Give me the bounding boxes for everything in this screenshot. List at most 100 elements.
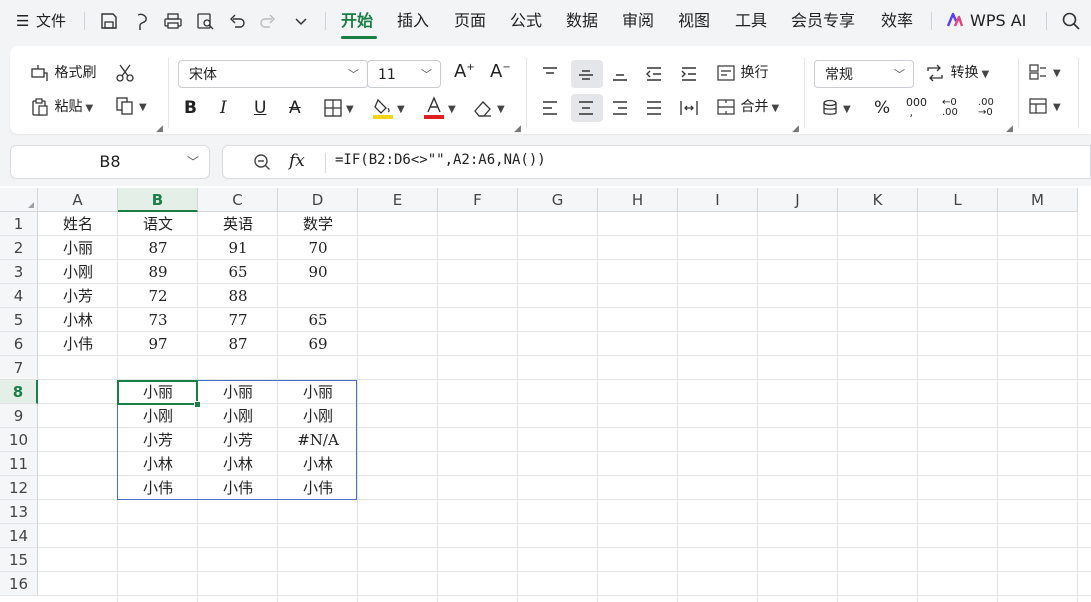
justify-button[interactable] [644,98,664,118]
underline-button[interactable]: U [254,98,266,118]
row-header-8[interactable]: 8 [0,380,38,404]
cell-b12[interactable]: 小伟 [118,476,198,500]
tab-page[interactable]: 页面 [454,0,486,42]
row-header-3[interactable]: 3 [0,260,38,284]
row-header-9[interactable]: 9 [0,404,38,428]
row-header-7[interactable]: 7 [0,356,38,380]
cell-b6[interactable]: 97 [118,332,198,356]
copy-button[interactable]: ▼ [114,96,147,116]
row-header-13[interactable]: 13 [0,500,38,524]
cell-c10[interactable]: 小芳 [198,428,278,452]
cell-d4[interactable] [278,284,358,308]
conditional-format-button[interactable]: ▼ [1028,62,1061,82]
dialog-launcher-icon[interactable]: ◢ [156,124,163,134]
print-preview-icon[interactable] [195,11,215,31]
italic-button[interactable]: I [220,98,227,118]
cell-a4[interactable]: 小芳 [38,284,118,308]
fx-icon[interactable]: fx [289,151,305,171]
cell-b10[interactable]: 小芳 [118,428,198,452]
cell-b4[interactable]: 72 [118,284,198,308]
cell-d2[interactable]: 70 [278,236,358,260]
save-icon[interactable] [99,11,119,31]
clear-format-button[interactable]: ▼ [472,98,505,118]
cell-b1[interactable]: 语文 [118,212,198,236]
cell-d11[interactable]: 小林 [278,452,358,476]
cell-c2[interactable]: 91 [198,236,278,260]
dialog-launcher-icon[interactable]: ◢ [792,124,799,134]
dialog-launcher-icon[interactable]: ◢ [514,124,521,134]
cell-a3[interactable]: 小刚 [38,260,118,284]
row-header-16[interactable]: 16 [0,572,38,596]
cell-d10[interactable]: #N/A [278,428,358,452]
formula-text[interactable]: =IF(B2:D6<>"",A2:A6,NA()) [335,152,546,168]
print-icon[interactable] [163,11,183,31]
cell-d5[interactable]: 65 [278,308,358,332]
file-menu[interactable]: ☰ 文件 [16,0,66,42]
align-left-button[interactable] [540,98,560,118]
row-header-1[interactable]: 1 [0,212,38,236]
chevron-down-icon[interactable] [291,11,311,31]
cell-d6[interactable]: 69 [278,332,358,356]
cell-b8[interactable]: 小丽 [118,380,198,404]
cell-b5[interactable]: 73 [118,308,198,332]
name-box[interactable]: B8 ﹀ [10,145,210,179]
cell-b2[interactable]: 87 [118,236,198,260]
fill-color-button[interactable]: ▼ [372,96,405,120]
tab-data[interactable]: 数据 [566,0,598,42]
align-right-button[interactable] [610,98,630,118]
align-bottom-button[interactable] [610,64,630,84]
cell-d12[interactable]: 小伟 [278,476,358,500]
decrease-indent-button[interactable] [644,64,664,84]
increase-font-button[interactable]: A+ [454,61,475,82]
tab-view[interactable]: 视图 [678,0,710,42]
convert-button[interactable]: 转换 ▼ [924,62,989,83]
align-top-button[interactable] [540,64,560,84]
align-middle-button[interactable] [576,64,596,84]
currency-button[interactable]: ▼ [820,98,851,118]
cell-c5[interactable]: 77 [198,308,278,332]
merge-button[interactable]: 合并 ▼ [716,96,779,117]
column-header-i[interactable]: I [678,188,758,212]
row-header-4[interactable]: 4 [0,284,38,308]
row-header-11[interactable]: 11 [0,452,38,476]
wrap-text-button[interactable]: 换行 [716,62,768,83]
column-header-g[interactable]: G [518,188,598,212]
row-header-14[interactable]: 14 [0,524,38,548]
zoom-icon[interactable] [253,153,271,171]
font-name-select[interactable]: 宋体 ﹀ [178,60,368,88]
row-header-10[interactable]: 10 [0,428,38,452]
font-color-button[interactable]: ▼ [423,96,456,120]
bold-button[interactable]: B [184,98,197,118]
cell-a2[interactable]: 小丽 [38,236,118,260]
decrease-font-button[interactable]: A− [490,61,511,82]
decrease-decimal-button[interactable]: .00 →0 [978,98,994,118]
cell-c4[interactable]: 88 [198,284,278,308]
format-painter-button[interactable]: 格式刷 [30,62,96,83]
align-center-button[interactable] [576,98,596,118]
cell-c3[interactable]: 65 [198,260,278,284]
borders-button[interactable]: ▼ [323,98,354,118]
tab-membership[interactable]: 会员专享 [791,0,855,42]
column-header-k[interactable]: K [838,188,918,212]
cell-area[interactable]: 姓名 语文 英语 数学 小丽 87 91 70 小刚 89 65 90 小芳 72 88 小林 73 77 65 小伟… [38,212,1091,602]
column-header-e[interactable]: E [358,188,438,212]
row-header-12[interactable]: 12 [0,476,38,500]
column-header-l[interactable]: L [918,188,998,212]
undo-icon[interactable] [227,11,247,31]
row-header-2[interactable]: 2 [0,236,38,260]
row-header-6[interactable]: 6 [0,332,38,356]
cell-b9[interactable]: 小刚 [118,404,198,428]
tab-tools[interactable]: 工具 [735,0,767,42]
redo-icon[interactable] [258,11,278,31]
cut-button[interactable] [114,62,136,84]
dialog-launcher-icon[interactable]: ◢ [1006,124,1013,134]
percent-button[interactable]: % [874,98,890,118]
tab-efficiency[interactable]: 效率 [881,0,913,42]
thousands-button[interactable]: 000 , [906,97,927,118]
select-all-corner[interactable] [0,188,38,212]
tab-insert[interactable]: 插入 [397,0,429,42]
cell-c1[interactable]: 英语 [198,212,278,236]
cell-d9[interactable]: 小刚 [278,404,358,428]
tab-formulas[interactable]: 公式 [510,0,542,42]
strikethrough-button[interactable]: A [289,98,301,118]
